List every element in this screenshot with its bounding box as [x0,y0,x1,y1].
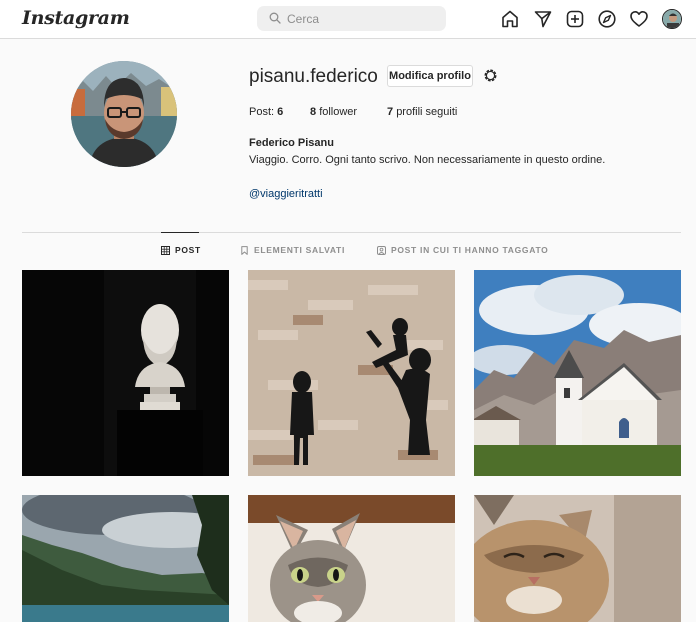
tab-tagged[interactable]: POST IN CUI TI HANNO TAGGATO [377,245,549,255]
direct-icon[interactable] [533,9,553,29]
followers-label: follower [319,106,358,118]
activity-icon[interactable] [629,9,649,29]
tabs-divider [22,232,681,233]
silhouette-wall-image [248,270,455,476]
stat-followers[interactable]: 8 follower [310,106,357,118]
top-navbar: Instagram [0,0,696,39]
post-thumbnail-cat[interactable] [248,495,455,622]
tab-saved[interactable]: ELEMENTI SALVATI [240,245,345,255]
profile-picture[interactable] [71,61,177,167]
tagged-icon [377,245,386,255]
tab-saved-label: ELEMENTI SALVATI [254,245,346,255]
post-thumbnail-church[interactable] [474,270,681,476]
post-thumbnail-cat-sleeping[interactable] [474,495,681,622]
search-icon [269,12,281,24]
search-box[interactable] [257,6,446,31]
posts-label: Post: [249,106,275,118]
instagram-logo[interactable]: Instagram [22,7,130,29]
mountain-lake-image [22,495,229,622]
bookmark-icon [241,245,248,255]
bio-link[interactable]: @viaggieritratti [249,188,323,200]
followers-count: 8 [310,106,317,118]
active-tab-indicator [161,232,199,233]
stat-following[interactable]: 7 profili seguiti [387,106,457,118]
profile-bio: Viaggio. Corro. Ogni tanto scrivo. Non n… [249,154,606,166]
posts-count: 6 [277,106,284,118]
post-thumbnail-silhouette[interactable] [248,270,455,476]
post-thumbnail-bust[interactable] [22,270,229,476]
new-post-icon[interactable] [565,9,585,29]
post-thumbnail-lake[interactable] [22,495,229,622]
tab-posts[interactable]: POST [161,245,201,255]
profile-username: pisanu.federico [249,66,378,87]
settings-gear-icon[interactable] [482,67,499,84]
profile-avatar[interactable] [662,9,682,29]
bust-sculpture-image [22,270,229,476]
following-count: 7 [387,106,394,118]
search-input[interactable] [287,6,437,31]
tab-posts-label: POST [175,245,201,255]
tab-tagged-label: POST IN CUI TI HANNO TAGGATO [391,245,549,255]
cat-sleeping-image [474,495,681,622]
home-icon[interactable] [500,9,520,29]
cat-portrait-image [248,495,455,622]
stat-posts: Post: 6 [249,106,283,118]
profile-full-name: Federico Pisanu [249,137,334,149]
edit-profile-button[interactable]: Modifica profilo [387,65,473,87]
grid-icon [161,245,170,255]
alpine-church-image [474,270,681,476]
following-label: profili seguiti [396,106,458,118]
explore-icon[interactable] [597,9,617,29]
